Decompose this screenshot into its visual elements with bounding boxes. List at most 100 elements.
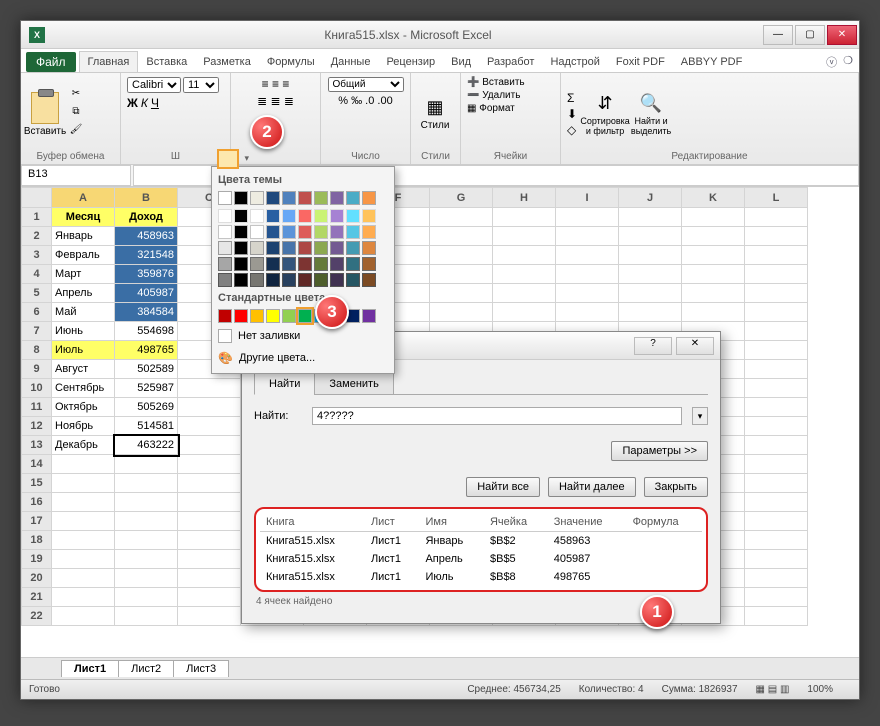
color-swatch[interactable] [218, 257, 232, 271]
cell[interactable]: Февраль [52, 246, 115, 265]
row-header[interactable]: 17 [22, 512, 52, 531]
color-swatch[interactable] [346, 191, 360, 205]
styles-button[interactable]: ▦Стили [417, 89, 453, 139]
col-book[interactable]: Книга [260, 513, 365, 532]
cell[interactable] [52, 474, 115, 493]
color-swatch[interactable] [362, 191, 376, 205]
row-header[interactable]: 16 [22, 493, 52, 512]
cell[interactable] [556, 284, 619, 303]
cell[interactable]: 554698 [115, 322, 178, 341]
ribbon-minimize-icon[interactable]: ⓥ [826, 54, 837, 70]
color-swatch[interactable] [282, 241, 296, 255]
cell[interactable] [52, 550, 115, 569]
cell[interactable] [556, 265, 619, 284]
color-swatch[interactable] [298, 209, 312, 223]
cell[interactable] [745, 474, 808, 493]
cell[interactable] [493, 246, 556, 265]
cell[interactable]: Март [52, 265, 115, 284]
cell[interactable] [556, 208, 619, 227]
cell[interactable]: Июль [52, 341, 115, 360]
color-swatch[interactable] [298, 273, 312, 287]
cell[interactable] [745, 455, 808, 474]
color-swatch[interactable] [234, 309, 248, 323]
color-swatch[interactable] [234, 191, 248, 205]
cell[interactable] [52, 607, 115, 626]
tab-home[interactable]: Главная [79, 51, 139, 72]
row-header[interactable]: 21 [22, 588, 52, 607]
view-buttons[interactable]: ▦ ▤ ▥ [756, 684, 790, 695]
cells-format-button[interactable]: ▦ Формат [467, 103, 515, 114]
sheet-tab-1[interactable]: Лист1 [61, 660, 119, 677]
cell[interactable]: 405987 [115, 284, 178, 303]
cell[interactable] [745, 588, 808, 607]
color-swatch[interactable] [346, 241, 360, 255]
color-swatch[interactable] [234, 273, 248, 287]
cell[interactable]: Декабрь [52, 436, 115, 455]
cell[interactable] [430, 265, 493, 284]
close-button[interactable]: ✕ [827, 25, 857, 45]
tab-review[interactable]: Рецензир [378, 52, 443, 72]
sort-filter-button[interactable]: ⇵Сортировка и фильтр [587, 89, 623, 139]
result-row[interactable]: Книга515.xlsxЛист1Июль$B$8498765 [260, 568, 702, 586]
color-swatch[interactable] [250, 191, 264, 205]
cell[interactable]: 525987 [115, 379, 178, 398]
cell[interactable] [745, 303, 808, 322]
sheet-tab-2[interactable]: Лист2 [118, 660, 174, 677]
cell[interactable]: 502589 [115, 360, 178, 379]
cell[interactable] [52, 531, 115, 550]
color-swatch[interactable] [250, 241, 264, 255]
cell[interactable]: 498765 [115, 341, 178, 360]
font-name-select[interactable]: Calibri [127, 77, 181, 93]
name-box[interactable]: B13 [21, 165, 131, 186]
row-header[interactable]: 5 [22, 284, 52, 303]
result-row[interactable]: Книга515.xlsxЛист1Апрель$B$5405987 [260, 550, 702, 568]
color-swatch[interactable] [250, 225, 264, 239]
find-all-button[interactable]: Найти все [466, 477, 540, 497]
cell[interactable] [682, 246, 745, 265]
color-swatch[interactable] [218, 309, 232, 323]
cell[interactable] [745, 493, 808, 512]
color-swatch[interactable] [234, 241, 248, 255]
cell[interactable] [493, 265, 556, 284]
row-header[interactable]: 2 [22, 227, 52, 246]
cell[interactable] [745, 398, 808, 417]
cell[interactable] [745, 569, 808, 588]
color-swatch[interactable] [314, 257, 328, 271]
cell[interactable] [178, 550, 241, 569]
color-swatch[interactable] [314, 241, 328, 255]
cell[interactable] [52, 588, 115, 607]
color-swatch[interactable] [330, 257, 344, 271]
clear-icon[interactable]: ◇ [567, 123, 577, 137]
row-header[interactable]: 11 [22, 398, 52, 417]
color-swatch[interactable] [362, 209, 376, 223]
cell[interactable] [619, 227, 682, 246]
find-tab[interactable]: Найти [254, 373, 315, 395]
file-tab[interactable]: Файл [26, 52, 76, 72]
cell[interactable] [115, 550, 178, 569]
cell[interactable] [745, 436, 808, 455]
color-swatch[interactable] [346, 209, 360, 223]
color-swatch[interactable] [282, 225, 296, 239]
col-header-J[interactable]: J [619, 188, 682, 208]
row-header[interactable]: 14 [22, 455, 52, 474]
cell[interactable]: 458963 [115, 227, 178, 246]
copy-icon[interactable]: ⧉ [67, 106, 85, 122]
cell[interactable] [178, 493, 241, 512]
cell[interactable] [619, 284, 682, 303]
cell[interactable] [115, 531, 178, 550]
cell[interactable]: Октябрь [52, 398, 115, 417]
cell[interactable] [52, 493, 115, 512]
color-swatch[interactable] [250, 209, 264, 223]
autosum-icon[interactable]: Σ [567, 91, 577, 105]
cell[interactable] [430, 284, 493, 303]
paste-button[interactable]: Вставить [27, 89, 63, 139]
cell[interactable] [52, 512, 115, 531]
color-swatch[interactable] [282, 191, 296, 205]
cell[interactable] [430, 227, 493, 246]
color-swatch[interactable] [298, 191, 312, 205]
color-swatch[interactable] [266, 257, 280, 271]
cell[interactable] [745, 607, 808, 626]
color-swatch[interactable] [218, 225, 232, 239]
cell[interactable] [682, 303, 745, 322]
cell[interactable] [115, 607, 178, 626]
